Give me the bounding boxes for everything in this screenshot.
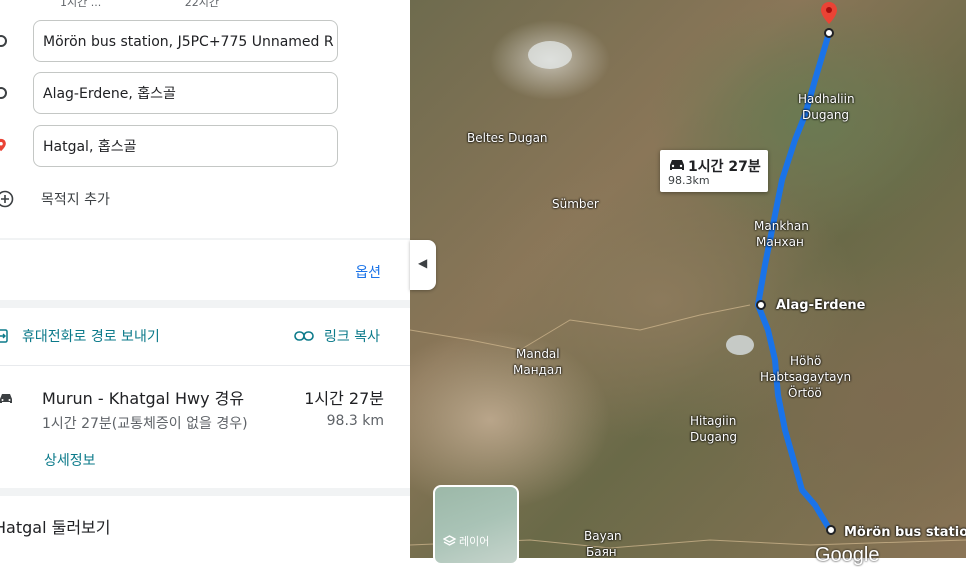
layers-label: 레이어 xyxy=(459,535,490,548)
map-label-bayan-2: Баян xyxy=(586,545,617,558)
map-label-hitagiin: Hitagiin xyxy=(690,414,737,428)
route-details-link[interactable]: 상세정보 xyxy=(44,450,96,470)
divider xyxy=(0,365,410,366)
layers-icon xyxy=(443,535,456,546)
map-label-mankhan: Mankhan xyxy=(754,219,809,233)
route-callout[interactable]: 1시간 27분 98.3km xyxy=(660,150,768,192)
map-label-hadhaliin-2: Dugang xyxy=(802,108,850,122)
route-title: Murun - Khatgal Hwy 경유 xyxy=(42,389,245,408)
destination-input[interactable]: Hatgal, 홉스골 xyxy=(33,125,338,167)
map-label-beltes: Beltes Dugan xyxy=(467,131,548,145)
map-label-alag-erdene: Alag-Erdene xyxy=(776,298,866,313)
map-label-hadhaliin: Hadhaliin xyxy=(798,92,855,106)
origin-dot[interactable] xyxy=(826,525,836,535)
route-actions: 휴대전화로 경로 보내기 링크 복사 xyxy=(0,326,410,350)
map-label-habtsagaytayn: Habtsagaytayn xyxy=(760,370,852,384)
google-logo: Google xyxy=(815,544,880,566)
options-button[interactable]: 옵션 xyxy=(355,262,381,282)
directions-panel: 1시간 ... 22시간 Mörön bus station, J5PC+775… xyxy=(0,0,410,558)
link-icon xyxy=(294,331,314,341)
explore-heading: Hatgal 둘러보기 xyxy=(0,518,111,537)
map-label-sumber: Sümber xyxy=(552,197,599,211)
car-icon xyxy=(0,394,12,403)
map-label-mandal-2: Мандал xyxy=(513,363,562,377)
stop-circle-icon xyxy=(0,87,7,99)
lake-patch xyxy=(726,335,754,355)
chevron-left-icon: ◀ xyxy=(418,256,428,270)
layers-button[interactable]: 레이어 xyxy=(433,485,519,565)
route-option[interactable]: Murun - Khatgal Hwy 경유 1시간 27분 1시간 27분(교… xyxy=(0,380,410,480)
origin-circle-icon xyxy=(0,35,7,47)
truncated-top-row: 1시간 ... 22시간 xyxy=(60,0,299,10)
add-destination-button[interactable]: 목적지 추가 xyxy=(0,186,300,210)
map-label-bayan: Bayan xyxy=(584,529,622,543)
car-icon xyxy=(670,160,684,170)
road-line xyxy=(410,304,751,351)
copy-link-button[interactable]: 링크 복사 xyxy=(294,326,380,346)
route-distance: 98.3 km xyxy=(326,413,384,429)
waypoint-destination-row: Hatgal, 홉스골 xyxy=(0,125,410,171)
send-to-phone-icon xyxy=(0,329,8,343)
copy-link-label: 링크 복사 xyxy=(324,329,380,345)
waypoint-stop-row: Alag-Erdene, 홉스골 xyxy=(0,72,410,118)
route-subtitle: 1시간 27분(교통체증이 없을 경우) xyxy=(42,416,248,432)
callout-duration: 1시간 27분 xyxy=(688,159,761,175)
callout-distance: 98.3km xyxy=(668,174,710,187)
divider xyxy=(0,238,410,240)
add-circle-icon xyxy=(0,190,14,208)
destination-pin-icon[interactable] xyxy=(821,2,837,24)
route-duration: 1시간 27분 xyxy=(304,389,384,408)
map-label-hitagiin-2: Dugang xyxy=(690,430,738,444)
section-divider xyxy=(0,300,410,308)
top-cut-left: 1시간 ... xyxy=(60,0,102,9)
stop-dot[interactable] xyxy=(756,300,766,310)
map-label-mankhan-2: Манхан xyxy=(756,235,804,249)
section-divider xyxy=(0,488,410,496)
map-label-mandal: Mandal xyxy=(516,347,560,361)
map-overlay xyxy=(410,2,966,549)
add-destination-label: 목적지 추가 xyxy=(41,192,110,208)
destination-pin-icon xyxy=(0,138,6,152)
send-to-phone-label: 휴대전화로 경로 보내기 xyxy=(22,329,160,345)
waypoint-origin-row: Mörön bus station, J5PC+775 Unnamed R xyxy=(0,20,410,66)
map-view[interactable]: Hadhaliin Dugang Beltes Dugan Sümber Man… xyxy=(410,0,966,558)
map-label-hoho: Höhö xyxy=(790,354,822,368)
map-label-moron: Mörön bus station xyxy=(844,525,966,540)
route-dots xyxy=(0,108,2,122)
snow-patch xyxy=(528,41,572,69)
route-dots xyxy=(0,56,2,70)
map-label-ortoo: Örtöö xyxy=(788,386,822,400)
origin-input[interactable]: Mörön bus station, J5PC+775 Unnamed R xyxy=(33,20,338,62)
collapse-panel-button[interactable]: ◀ xyxy=(410,240,436,290)
top-cut-right: 22시간 xyxy=(184,0,219,9)
stop-input[interactable]: Alag-Erdene, 홉스골 xyxy=(33,72,338,114)
destination-dot xyxy=(824,28,834,38)
